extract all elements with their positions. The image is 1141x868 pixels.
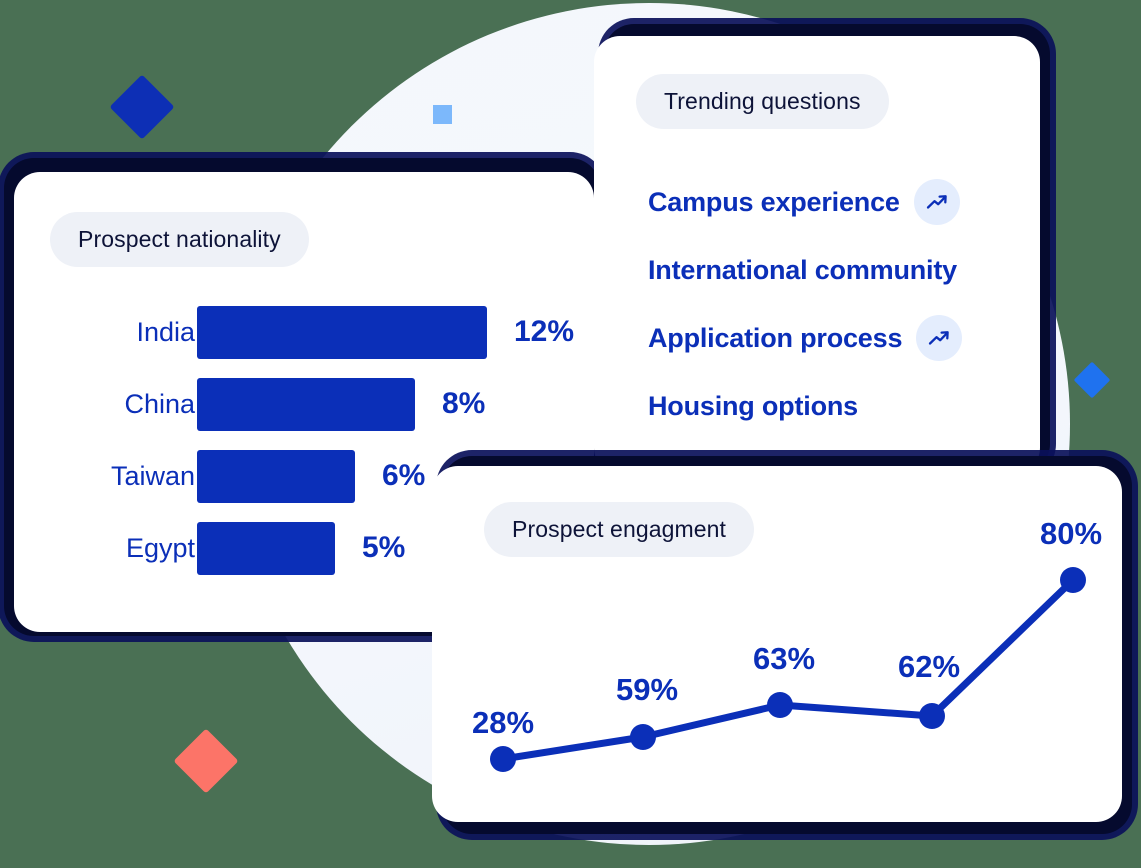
bar-value-label: 5% <box>362 531 406 564</box>
trending-up-icon <box>913 179 960 225</box>
bar-row: India 12% <box>14 296 594 368</box>
line-data-point <box>490 746 516 772</box>
line-point-label: 63% <box>753 641 815 676</box>
line-data-point <box>767 692 793 718</box>
trending-questions-title-pill: Trending questions <box>636 74 889 129</box>
bar-category-label: India <box>136 316 195 347</box>
trending-questions-card: Trending questions Campus experience Int… <box>594 36 1040 474</box>
line-chart-card: Prospect engagment 28% 59% 63% 62% 80% <box>432 466 1122 822</box>
line-chart-plot: 28% 59% 63% 62% 80% <box>472 516 1102 772</box>
bar-value-label: 12% <box>514 315 575 348</box>
bar-chart-title-pill: Prospect nationality <box>50 212 309 267</box>
bar-category-label: China <box>124 388 195 419</box>
bar-row: China 8% <box>14 368 594 440</box>
diamond-blue-small-decoration <box>1073 361 1111 399</box>
trending-question-label: Housing options <box>648 390 858 421</box>
trending-questions-list: Campus experience International communit… <box>648 168 963 440</box>
trending-questions-title-wrap: Trending questions <box>636 74 889 129</box>
bar-rect <box>197 521 335 575</box>
bar-chart-title-wrap: Prospect nationality <box>50 212 309 267</box>
trending-up-icon <box>916 315 963 361</box>
trending-question-item-campus-experience[interactable]: Campus experience <box>648 168 962 236</box>
bar-category-label: Taiwan <box>110 460 195 491</box>
bar-rect <box>197 377 415 431</box>
bar-value-label: 6% <box>382 459 426 492</box>
line-data-point <box>1060 567 1086 593</box>
trending-question-item-application-process[interactable]: Application process <box>648 304 963 372</box>
square-light-blue-decoration <box>433 105 452 124</box>
line-data-point <box>630 724 656 750</box>
bar-value-label: 8% <box>442 387 486 420</box>
bar-rect <box>197 449 355 503</box>
bar-rect <box>197 305 487 359</box>
diamond-salmon-decoration <box>173 728 239 794</box>
line-point-label: 59% <box>616 672 678 707</box>
line-point-label: 62% <box>898 649 960 684</box>
illustration-stage: Prospect nationality India 12% China 8% … <box>0 0 1141 868</box>
trending-question-item-international-community[interactable]: International community <box>648 236 962 304</box>
trending-question-item-housing-options[interactable]: Housing options <box>648 372 962 440</box>
trending-question-label: Application process <box>648 322 903 353</box>
diamond-blue-large-decoration <box>109 74 175 140</box>
trending-question-label: Campus experience <box>648 186 900 217</box>
trending-question-label: International community <box>648 254 957 285</box>
line-point-label: 80% <box>1040 516 1102 551</box>
bar-category-label: Egypt <box>125 532 195 563</box>
line-point-label: 28% <box>472 705 534 740</box>
line-data-point <box>919 703 945 729</box>
